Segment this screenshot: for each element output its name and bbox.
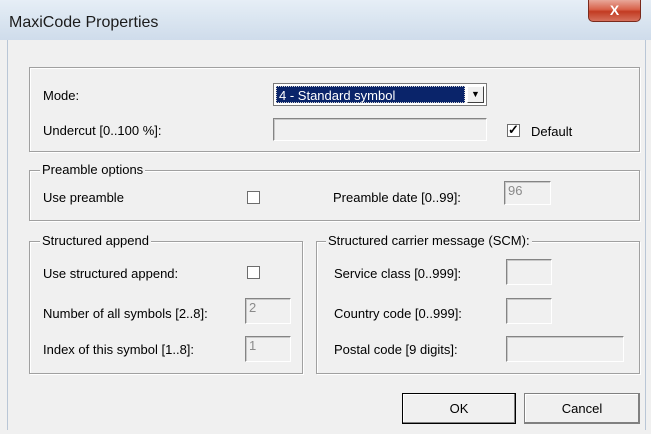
cancel-button-label: Cancel xyxy=(561,401,603,416)
country-code-input[interactable] xyxy=(506,298,552,324)
symbol-index-input[interactable]: 1 xyxy=(245,336,291,362)
chevron-down-icon[interactable]: ▼ xyxy=(467,86,484,103)
country-code-label: Country code [0..999]: xyxy=(334,306,462,321)
number-of-symbols-input[interactable]: 2 xyxy=(245,298,291,324)
mode-selected-value: 4 - Standard symbol xyxy=(276,86,465,103)
number-of-symbols-label: Number of all symbols [2..8]: xyxy=(43,306,208,321)
preamble-date-input[interactable]: 96 xyxy=(504,181,551,205)
postal-code-label: Postal code [9 digits]: xyxy=(334,342,458,357)
service-class-label: Service class [0..999]: xyxy=(334,266,462,281)
undercut-input[interactable] xyxy=(273,118,487,141)
default-label: Default xyxy=(531,124,573,139)
dialog-title: MaxiCode Properties xyxy=(9,14,159,31)
mode-select[interactable]: 4 - Standard symbol ▼ xyxy=(273,83,487,106)
undercut-label: Undercut [0..100 %]: xyxy=(43,123,162,138)
maxicode-properties-dialog: MaxiCode Properties X Mode: 4 - Standard… xyxy=(0,0,651,434)
structured-append-legend: Structured append xyxy=(40,233,151,248)
service-class-input[interactable] xyxy=(506,259,552,285)
cancel-button[interactable]: Cancel xyxy=(524,393,640,424)
use-structured-append-label: Use structured append: xyxy=(43,266,179,281)
scm-group-legend: Structured carrier message (SCM): xyxy=(326,233,532,248)
close-button[interactable]: X xyxy=(588,0,641,22)
preamble-group-legend: Preamble options xyxy=(40,162,146,177)
use-preamble-label: Use preamble xyxy=(43,190,124,205)
default-checkbox[interactable] xyxy=(507,122,520,138)
use-structured-append-checkbox[interactable] xyxy=(247,266,260,279)
preamble-date-label: Preamble date [0..99]: xyxy=(333,190,461,205)
ok-button[interactable]: OK xyxy=(402,393,516,424)
symbol-index-label: Index of this symbol [1..8]: xyxy=(43,342,195,357)
ok-button-label: OK xyxy=(449,401,469,416)
postal-code-input[interactable] xyxy=(506,336,624,362)
use-preamble-checkbox[interactable] xyxy=(247,191,260,204)
title-bar: MaxiCode Properties X xyxy=(0,0,651,40)
close-icon: X xyxy=(609,2,620,18)
mode-label: Mode: xyxy=(43,88,80,103)
